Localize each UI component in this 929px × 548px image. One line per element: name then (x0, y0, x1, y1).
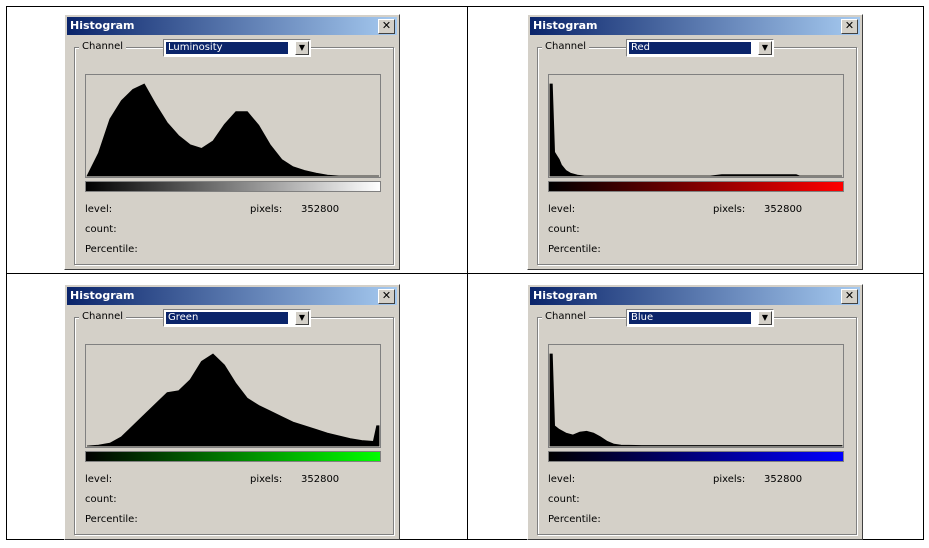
pixels-value: 352800 (301, 204, 340, 215)
channel-select-value: Luminosity (166, 42, 288, 54)
channel-select[interactable]: Blue ▼ (626, 309, 774, 327)
pixels-label: pixels: (713, 204, 746, 215)
close-button[interactable]: ✕ (378, 289, 395, 304)
close-button[interactable]: ✕ (841, 19, 858, 34)
title-bar[interactable]: Histogram ✕ (67, 17, 397, 35)
close-icon: ✕ (381, 289, 392, 302)
close-icon: ✕ (381, 19, 392, 32)
histogram-svg (86, 83, 379, 177)
histogram-svg (549, 83, 842, 177)
histogram-plot (548, 74, 844, 178)
histogram-plot (85, 344, 381, 448)
chevron-down-icon[interactable]: ▼ (295, 41, 309, 55)
histogram-svg (86, 353, 380, 447)
histogram-window-blue: Histogram ✕ Channel Blue ▼ level: pixels… (527, 284, 863, 540)
pixels-label: pixels: (250, 474, 283, 485)
percentile-label: Percentile: (548, 514, 601, 525)
count-label: count: (85, 494, 117, 505)
histogram-window-green: Histogram ✕ Channel Green ▼ level: pixel… (64, 284, 400, 540)
histogram-area (549, 83, 842, 177)
chevron-down-icon[interactable]: ▼ (758, 311, 772, 325)
channel-label: Channel (542, 311, 590, 322)
channel-select[interactable]: Luminosity ▼ (163, 39, 311, 57)
percentile-label: Percentile: (85, 514, 138, 525)
close-button[interactable]: ✕ (841, 289, 858, 304)
count-label: count: (548, 224, 580, 235)
percentile-label: Percentile: (85, 244, 138, 255)
pixels-value: 352800 (301, 474, 340, 485)
chevron-down-icon[interactable]: ▼ (758, 41, 772, 55)
grid-divider-horizontal (6, 273, 924, 274)
title-bar[interactable]: Histogram ✕ (67, 287, 397, 305)
histogram-window-red: Histogram ✕ Channel Red ▼ level: pixels:… (527, 14, 863, 270)
channel-gradient-bar (548, 181, 844, 192)
level-label: level: (85, 204, 113, 215)
histogram-area (549, 353, 843, 447)
histogram-window-luminosity: Histogram ✕ Channel Luminosity ▼ level: … (64, 14, 400, 270)
channel-select-value: Red (629, 42, 751, 54)
channel-select-value: Blue (629, 312, 751, 324)
pixels-label: pixels: (250, 204, 283, 215)
channel-label: Channel (542, 41, 590, 52)
channel-gradient-bar (85, 451, 381, 462)
histogram-plot (548, 344, 844, 448)
percentile-label: Percentile: (548, 244, 601, 255)
window-title: Histogram (70, 289, 135, 302)
title-bar[interactable]: Histogram ✕ (530, 287, 860, 305)
level-label: level: (548, 204, 576, 215)
window-title: Histogram (70, 19, 135, 32)
channel-label: Channel (79, 41, 127, 52)
close-button[interactable]: ✕ (378, 19, 395, 34)
histogram-plot (85, 74, 381, 178)
close-icon: ✕ (844, 19, 855, 32)
pixels-value: 352800 (764, 204, 803, 215)
channel-gradient-bar (85, 181, 381, 192)
channel-label: Channel (79, 311, 127, 322)
window-title: Histogram (533, 19, 598, 32)
level-label: level: (85, 474, 113, 485)
window-title: Histogram (533, 289, 598, 302)
channel-gradient-bar (548, 451, 844, 462)
histogram-area (86, 83, 379, 177)
histogram-svg (549, 353, 843, 447)
channel-select-value: Green (166, 312, 288, 324)
chevron-down-icon[interactable]: ▼ (295, 311, 309, 325)
pixels-label: pixels: (713, 474, 746, 485)
histogram-area (86, 353, 380, 447)
count-label: count: (85, 224, 117, 235)
channel-select[interactable]: Red ▼ (626, 39, 774, 57)
count-label: count: (548, 494, 580, 505)
channel-select[interactable]: Green ▼ (163, 309, 311, 327)
close-icon: ✕ (844, 289, 855, 302)
level-label: level: (548, 474, 576, 485)
pixels-value: 352800 (764, 474, 803, 485)
title-bar[interactable]: Histogram ✕ (530, 17, 860, 35)
